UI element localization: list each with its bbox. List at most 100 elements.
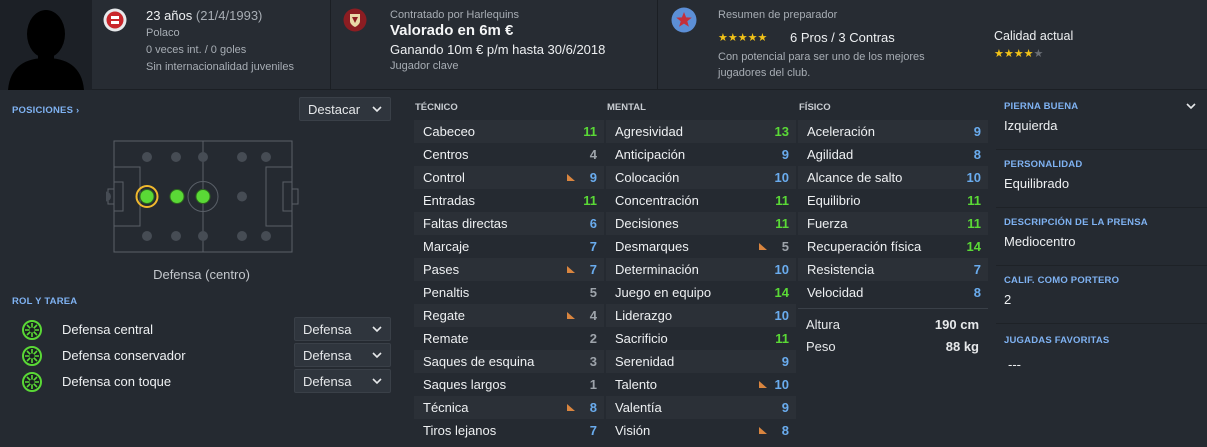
attribute-row[interactable]: Equilibrio 11 [798,189,988,212]
attribute-row[interactable]: Control 9 [414,166,604,189]
attribute-name: Juego en equipo [615,285,712,300]
attribute-row[interactable]: Saques de esquina 3 [414,350,604,373]
attribute-row[interactable]: Tiros lejanos 7 [414,419,604,442]
attribute-value: 14 [774,285,789,300]
attribute-row[interactable]: Marcaje 7 [414,235,604,258]
pros-cons[interactable]: 6 Pros / 3 Contras [790,30,895,45]
player-age: 23 años [146,8,193,23]
duty-dropdown[interactable]: Defensa [294,369,391,393]
attribute-value: 13 [774,124,789,139]
attribute-row[interactable]: Resistencia 7 [798,258,988,281]
attribute-row[interactable]: Colocación 10 [606,166,796,189]
attribute-row[interactable]: Centros 4 [414,143,604,166]
club-crest-icon[interactable] [343,8,367,32]
attribute-row[interactable]: Penaltis 5 [414,281,604,304]
attribute-value: 11 [583,124,597,139]
role-ability-icon [22,372,42,392]
role-row[interactable]: Defensa central Defensa [0,317,403,343]
physical-divider [798,308,988,309]
height-row: Altura 190 cm [798,313,988,336]
attribute-row[interactable]: Determinación 10 [606,258,796,281]
attribute-row[interactable]: Agresividad 13 [606,120,796,143]
nationality-badge-icon [103,8,127,32]
attribute-row[interactable]: Desmarques 5 [606,235,796,258]
attribute-value: 7 [589,239,597,254]
attribute-row[interactable]: Aceleración 9 [798,120,988,143]
attribute-value: 11 [583,193,597,208]
attribute-row[interactable]: Cabeceo 11 [414,120,604,143]
attribute-name: Marcaje [423,239,470,254]
highlight-dropdown-label: Destacar [308,102,361,117]
attribute-name: Resistencia [807,262,875,277]
chevron-down-icon [372,378,382,385]
position-name: Defensa (centro) [153,267,250,282]
attribute-row[interactable]: Agilidad 8 [798,143,988,166]
attribute-row[interactable]: Saques largos 1 [414,373,604,396]
duty-dropdown[interactable]: Defensa [294,317,391,341]
role-row[interactable]: Defensa con toque Defensa [0,369,403,395]
attribute-name: Liderazgo [615,308,673,323]
attribute-value: 9 [781,147,789,162]
attribute-value: 11 [967,216,981,231]
role-name: Defensa con toque [62,374,172,389]
attribute-name: Entradas [423,193,476,208]
attribute-row[interactable]: Remate 2 [414,327,604,350]
preferred-foot: Izquierda [1004,118,1058,133]
attribute-row[interactable]: Talento 10 [606,373,796,396]
coach-report-title[interactable]: Resumen de preparador [718,9,837,21]
attribute-name: Regate [423,308,465,323]
attribute-weakness-arrow-icon [759,381,767,388]
contract-caption[interactable]: Contratado por Harlequins [390,9,519,21]
attribute-value: 8 [973,147,981,162]
attribute-name: Colocación [615,170,680,185]
player-caps: 0 veces int. / 0 goles [146,44,247,56]
attribute-row[interactable]: Velocidad 8 [798,281,988,304]
attribute-name: Agresividad [615,124,683,139]
attribute-name: Equilibrio [807,193,861,208]
highlight-dropdown[interactable]: Destacar [299,97,391,121]
attribute-name: Pases [423,262,460,277]
attribute-value: 10 [774,377,789,392]
duty-dropdown[interactable]: Defensa [294,343,391,367]
attribute-row[interactable]: Recuperación física 14 [798,235,988,258]
attribute-row[interactable]: Juego en equipo 14 [606,281,796,304]
attribute-row[interactable]: Regate 4 [414,304,604,327]
chevron-down-icon[interactable] [1185,100,1197,112]
attribute-row[interactable]: Faltas directas 6 [414,212,604,235]
physical-attributes: Aceleración 9 Agilidad 8 Alcance de salto 10 E… [798,120,988,304]
height-label: Altura [806,317,840,332]
attribute-row[interactable]: Pases 7 [414,258,604,281]
player-portrait [0,0,92,90]
role-row[interactable]: Defensa conservador Defensa [0,343,403,369]
attribute-row[interactable]: Entradas 11 [414,189,604,212]
attribute-value: 7 [589,423,597,438]
attribute-row[interactable]: Sacrificio 11 [606,327,796,350]
attribute-row[interactable]: Visión 8 [606,419,796,442]
media-description: Mediocentro [1004,234,1076,249]
positions-title[interactable]: POSICIONES › [12,105,79,116]
attribute-row[interactable]: Serenidad 9 [606,350,796,373]
attribute-row[interactable]: Técnica 8 [414,396,604,419]
attribute-row[interactable]: Concentración 11 [606,189,796,212]
personality-block: PERSONALIDAD Equilibrado [996,150,1207,208]
attribute-value: 11 [775,216,789,231]
attribute-row[interactable]: Alcance de salto 10 [798,166,988,189]
ppm-value: --- [1008,357,1021,372]
chevron-down-icon [372,326,382,333]
attribute-row[interactable]: Fuerza 11 [798,212,988,235]
attribute-row[interactable]: Liderazgo 10 [606,304,796,327]
attribute-weakness-arrow-icon [567,404,575,411]
attribute-row[interactable]: Decisiones 11 [606,212,796,235]
attribute-name: Control [423,170,465,185]
header-divider [657,0,658,90]
coach-star-icon[interactable] [671,7,697,33]
attribute-row[interactable]: Valentía 9 [606,396,796,419]
attribute-value: 5 [781,239,789,254]
technical-title: TÉCNICO [415,102,458,113]
attribute-value: 9 [781,354,789,369]
attribute-name: Faltas directas [423,216,508,231]
attribute-name: Desmarques [615,239,689,254]
attribute-value: 3 [589,354,597,369]
attribute-row[interactable]: Anticipación 9 [606,143,796,166]
gk-rating-block: CALIF. COMO PORTERO 2 [996,266,1207,324]
